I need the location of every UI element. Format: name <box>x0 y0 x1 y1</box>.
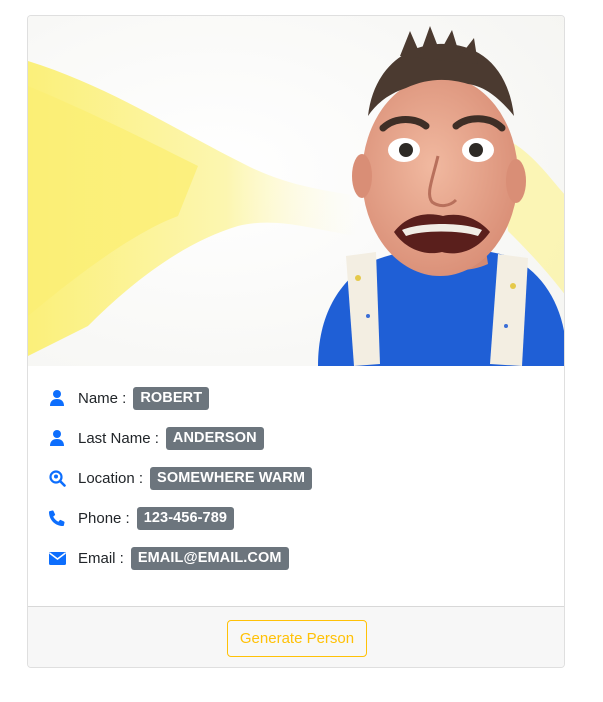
location-label: Location : <box>78 469 144 487</box>
user-icon <box>48 389 66 407</box>
phone-value: 123-456-789 <box>136 506 235 530</box>
email-label: Email : <box>78 549 124 567</box>
email-row: Email : EMAIL@EMAIL.COM <box>48 546 564 570</box>
name-row: Name : ROBERT <box>48 386 564 410</box>
email-value: EMAIL@EMAIL.COM <box>130 546 289 570</box>
location-value: SOMEWHERE WARM <box>150 466 313 490</box>
person-photo <box>28 16 564 366</box>
card-footer: Generate Person <box>28 606 564 667</box>
user-icon <box>48 429 66 447</box>
last-name-label: Last Name : <box>78 429 159 447</box>
generate-person-button[interactable]: Generate Person <box>226 619 368 657</box>
name-value: ROBERT <box>133 386 210 410</box>
person-details: Name : ROBERT Last Name : ANDERSON Locat… <box>28 366 564 586</box>
person-card: Name : ROBERT Last Name : ANDERSON Locat… <box>27 15 565 668</box>
last-name-row: Last Name : ANDERSON <box>48 426 564 450</box>
phone-icon <box>48 509 66 527</box>
phone-row: Phone : 123-456-789 <box>48 506 564 530</box>
last-name-value: ANDERSON <box>165 426 264 450</box>
phone-label: Phone : <box>78 509 130 527</box>
location-row: Location : SOMEWHERE WARM <box>48 466 564 490</box>
envelope-icon <box>48 549 66 567</box>
search-location-icon <box>48 469 66 487</box>
name-label: Name : <box>78 389 127 407</box>
